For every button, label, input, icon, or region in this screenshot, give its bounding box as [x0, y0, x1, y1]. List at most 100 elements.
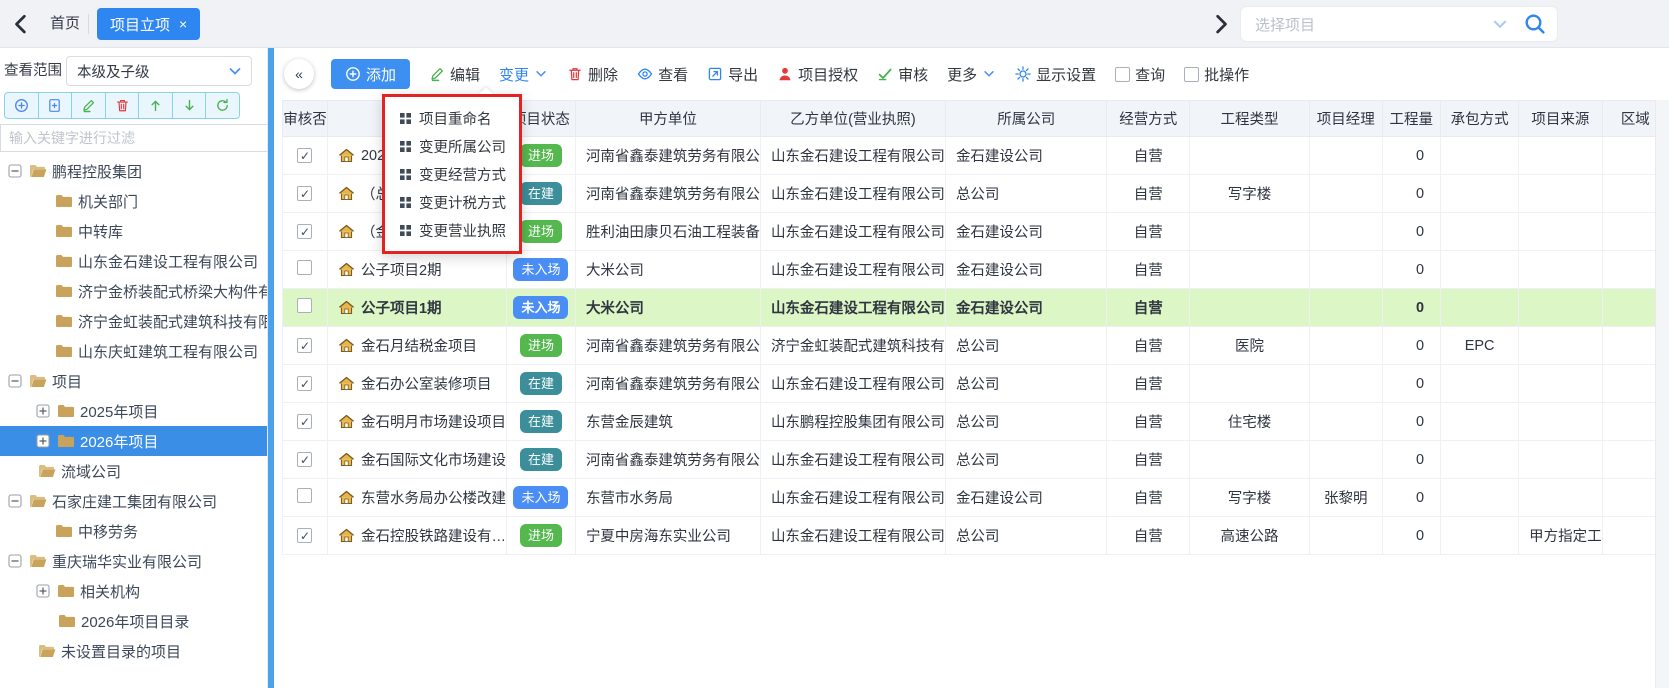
tree-filter-input[interactable]	[0, 124, 268, 152]
change-menu-item[interactable]: 变更所属公司	[385, 132, 519, 160]
change-menu-item[interactable]: 变更经营方式	[385, 160, 519, 188]
add-button[interactable]	[5, 93, 38, 118]
row-checkbox[interactable]: ✓	[297, 528, 312, 543]
expander-plus-icon[interactable]	[36, 434, 50, 448]
tree-item[interactable]: 机关部门	[0, 186, 268, 216]
back-chevron-icon[interactable]	[12, 14, 30, 34]
house-icon	[338, 528, 355, 543]
scope-select[interactable]: 本级及子级	[66, 56, 252, 86]
expander-minus-icon[interactable]	[8, 164, 22, 178]
tree-item[interactable]: 山东金石建设工程有限公司	[0, 246, 268, 276]
batch-ops-checkbox[interactable]: 批操作	[1184, 64, 1249, 85]
folder-icon	[38, 644, 56, 658]
project-auth-button[interactable]: 项目授权	[777, 64, 858, 85]
tree-item-label: 鹏程控股集团	[52, 161, 142, 182]
tree-item[interactable]: 未设置目录的项目	[0, 636, 268, 666]
expander-minus-icon[interactable]	[8, 374, 22, 388]
collapse-panel-button[interactable]: «	[284, 59, 314, 89]
table-row[interactable]: 公子项目1期未入场大米公司山东金石建设工程有限公司金石建设公司自营0	[283, 289, 1669, 327]
table-row[interactable]: 东营水务局办公楼改建未入场东营市水务局山东金石建设工程有限公司金石建设公司自营写…	[283, 479, 1669, 517]
refresh-button[interactable]	[205, 93, 239, 118]
quantity-cell: 0	[1382, 403, 1441, 441]
row-checkbox[interactable]: ✓	[297, 338, 312, 353]
tree-item[interactable]: 重庆瑞华实业有限公司	[0, 546, 268, 576]
project-name-cell: 公子项目1期	[327, 289, 506, 327]
tree-item[interactable]: 相关机构	[0, 576, 268, 606]
row-checkbox[interactable]: ✓	[297, 452, 312, 467]
tree-item[interactable]: 济宁金桥装配式桥梁大构件有限	[0, 276, 268, 306]
table-row[interactable]: 公子项目2期未入场大米公司山东金石建设工程有限公司金石建设公司自营0	[283, 251, 1669, 289]
tab-project-initiation[interactable]: 项目立项 ×	[97, 8, 200, 40]
operation-cell: 自营	[1107, 289, 1190, 327]
table-row[interactable]: ✓金石明月市场建设项目在建东营金辰建筑山东鹏程控股集团有限公司总公司自营住宅楼0	[283, 403, 1669, 441]
tab-close-icon[interactable]: ×	[179, 16, 187, 32]
delete-button[interactable]	[105, 93, 139, 118]
search-icon[interactable]	[1523, 12, 1547, 36]
tree-item[interactable]: 济宁金虹装配式建筑科技有限公	[0, 306, 268, 336]
table-row[interactable]: ✓金石办公室装修项目在建河南省鑫泰建筑劳务有限公山东金石建设工程有限公司总公司自…	[283, 365, 1669, 403]
audit-button[interactable]: 审核	[877, 64, 928, 85]
row-checkbox[interactable]: ✓	[297, 148, 312, 163]
expander-minus-icon[interactable]	[8, 554, 22, 568]
project-select[interactable]: 选择项目	[1240, 6, 1558, 42]
toolbar-item-label: 变更	[499, 64, 529, 85]
more-button[interactable]: 更多	[947, 64, 996, 85]
view-button[interactable]: 查看	[637, 64, 688, 85]
tree-item[interactable]: 中移劳务	[0, 516, 268, 546]
expander-minus-icon[interactable]	[8, 494, 22, 508]
table-row[interactable]: ✓金石月结税金项目进场河南省鑫泰建筑劳务有限公济宁金虹装配式建筑科技有总公司自营…	[283, 327, 1669, 365]
forward-chevron-icon[interactable]	[1212, 14, 1230, 34]
house-icon	[338, 224, 355, 239]
change-button[interactable]: 变更	[499, 64, 548, 85]
row-checkbox[interactable]: ✓	[297, 376, 312, 391]
manager-cell	[1309, 517, 1382, 555]
row-checkbox[interactable]: ✓	[297, 414, 312, 429]
operation-cell: 自营	[1107, 213, 1190, 251]
display-settings-button[interactable]: 显示设置	[1015, 64, 1096, 85]
menu-arrow	[479, 87, 493, 94]
export-button[interactable]: 导出	[707, 64, 758, 85]
audit-cell: ✓	[283, 441, 328, 479]
checkbox-icon[interactable]	[1184, 67, 1199, 82]
row-checkbox[interactable]	[297, 298, 312, 313]
query-checkbox[interactable]: 查询	[1115, 64, 1165, 85]
edit-button[interactable]	[71, 93, 105, 118]
checkbox-icon[interactable]	[1115, 67, 1130, 82]
party-a-cell: 大米公司	[575, 289, 760, 327]
table-row[interactable]: ✓金石国际文化市场建设在建河南省鑫泰建筑劳务有限公山东金石建设工程有限公司总公司…	[283, 441, 1669, 479]
row-checkbox[interactable]: ✓	[297, 224, 312, 239]
add-button[interactable]: 添加	[331, 59, 410, 89]
tree-item[interactable]: 石家庄建工集团有限公司	[0, 486, 268, 516]
project-name: 公子项目2期	[361, 259, 442, 280]
row-checkbox[interactable]	[297, 488, 312, 503]
column-header: 承包方式	[1441, 101, 1519, 137]
tree-item[interactable]: 中转库	[0, 216, 268, 246]
move-down-button[interactable]	[172, 93, 206, 118]
delete-button[interactable]: 删除	[567, 64, 618, 85]
row-checkbox[interactable]	[297, 260, 312, 275]
grid-icon	[400, 141, 411, 152]
vertical-scrollbar[interactable]	[1655, 100, 1669, 688]
doc-add-button[interactable]	[38, 93, 72, 118]
chevron-down-icon[interactable]	[1491, 15, 1509, 33]
folder-icon	[29, 374, 47, 388]
tree-item[interactable]: 项目	[0, 366, 268, 396]
tree-item-label: 项目	[52, 371, 82, 392]
table-row[interactable]: ✓金石控股铁路建设有…进场宁夏中房海东实业公司山东金石建设工程有限公司总公司自营…	[283, 517, 1669, 555]
tab-home[interactable]: 首页	[44, 0, 86, 48]
change-menu-item[interactable]: 变更营业执照	[385, 216, 519, 244]
tree-item[interactable]: 2025年项目	[0, 396, 268, 426]
tree-item[interactable]: 2026年项目	[0, 426, 268, 456]
row-checkbox[interactable]: ✓	[297, 186, 312, 201]
tree-item[interactable]: 流域公司	[0, 456, 268, 486]
expander-plus-icon[interactable]	[36, 404, 50, 418]
move-up-button[interactable]	[138, 93, 172, 118]
tree-item[interactable]: 山东庆虹建筑工程有限公司	[0, 336, 268, 366]
house-icon	[338, 186, 355, 201]
edit-button[interactable]: 编辑	[429, 64, 480, 85]
expander-plus-icon[interactable]	[36, 584, 50, 598]
tree-item[interactable]: 鹏程控股集团	[0, 156, 268, 186]
change-menu-item[interactable]: 变更计税方式	[385, 188, 519, 216]
change-menu-item[interactable]: 项目重命名	[385, 104, 519, 132]
tree-item[interactable]: 2026年项目目录	[0, 606, 268, 636]
